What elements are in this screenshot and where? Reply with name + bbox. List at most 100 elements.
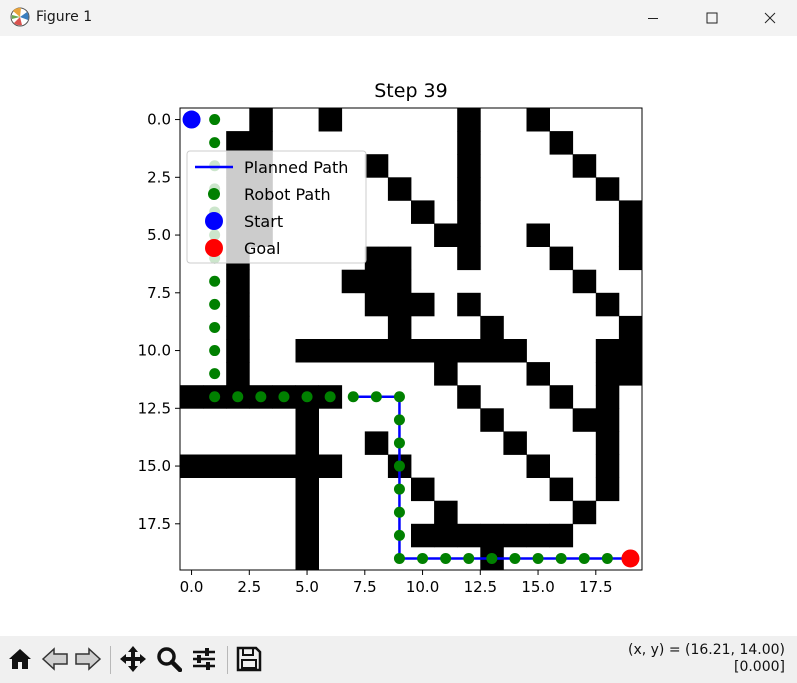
obstacle-cell xyxy=(341,269,366,294)
obstacle-cell xyxy=(457,523,481,548)
obstacle-cell xyxy=(364,154,389,178)
obstacle-cell xyxy=(411,292,435,317)
plot-svg: Step 39 0.0 2.5 5.0 7.5 10.0 12.5 15.0 17.5 0.0 2… xyxy=(138,80,643,596)
obstacle-cell xyxy=(480,408,504,432)
obstacle-cell xyxy=(387,292,412,317)
obstacle-cell xyxy=(318,108,343,132)
obstacle-cell xyxy=(295,477,319,502)
robot-path-point xyxy=(578,552,590,564)
minimize-button[interactable] xyxy=(624,0,682,36)
obstacle-cell xyxy=(387,269,412,294)
forward-button[interactable] xyxy=(73,644,103,674)
obstacle-cell xyxy=(526,108,550,132)
minimize-icon xyxy=(648,18,658,19)
obstacle-cell xyxy=(411,339,435,363)
obstacle-cell xyxy=(364,431,389,455)
obstacle-cell xyxy=(341,339,366,363)
obstacle-cell xyxy=(295,454,319,478)
obstacle-cell xyxy=(526,523,550,548)
cursor-xy-readout: (x, y) = (16.21, 14.00) xyxy=(627,642,785,658)
obstacle-cell xyxy=(203,454,227,478)
obstacle-cell xyxy=(618,339,643,363)
legend-start-label: Start xyxy=(244,212,283,231)
x-tick-label: 5.0 xyxy=(295,578,319,596)
y-tick-label: 10.0 xyxy=(138,342,171,360)
obstacle-cell xyxy=(595,408,620,432)
move-icon xyxy=(120,646,146,672)
save-button[interactable] xyxy=(234,644,264,674)
maximize-button[interactable] xyxy=(683,0,741,36)
obstacle-cell xyxy=(434,500,458,525)
robot-path-point xyxy=(417,552,429,564)
robot-path-point xyxy=(209,391,221,403)
figure-canvas[interactable]: Step 39 0.0 2.5 5.0 7.5 10.0 12.5 15.0 17.5 0.0 2… xyxy=(0,36,797,636)
x-tick-label: 2.5 xyxy=(237,578,261,596)
obstacle-cell xyxy=(318,339,343,363)
obstacle-cell xyxy=(595,292,620,317)
x-tick-label: 7.5 xyxy=(353,578,377,596)
obstacle-cell xyxy=(572,269,597,294)
robot-path-point xyxy=(440,552,452,564)
obstacle-cell xyxy=(595,385,620,409)
close-button[interactable] xyxy=(741,0,797,36)
window-title: Figure 1 xyxy=(36,9,93,25)
goal-marker xyxy=(621,549,640,568)
obstacle-cell xyxy=(457,177,481,201)
robot-path-point xyxy=(347,391,359,403)
obstacle-cell xyxy=(434,362,458,386)
y-tick-label: 17.5 xyxy=(138,515,171,533)
zoom-button[interactable] xyxy=(154,644,184,674)
chart-title: Step 39 xyxy=(374,80,447,102)
x-tick-label: 10.0 xyxy=(406,578,439,596)
sliders-icon xyxy=(193,648,215,670)
pan-button[interactable] xyxy=(118,644,148,674)
obstacle-cell xyxy=(226,315,250,340)
home-button[interactable] xyxy=(5,644,35,674)
obstacle-cell xyxy=(180,454,204,478)
navigation-toolbar: (x, y) = (16.21, 14.00) [0.000] xyxy=(0,636,797,683)
robot-path-point xyxy=(209,345,221,357)
robot-path-point xyxy=(209,275,221,287)
obstacle-cell xyxy=(411,200,435,224)
y-tick-label: 2.5 xyxy=(147,168,171,186)
x-tick-label: 0.0 xyxy=(180,578,204,596)
obstacle-cell xyxy=(411,477,435,502)
obstacle-cell xyxy=(249,454,273,478)
robot-path-point xyxy=(301,391,313,403)
obstacle-cell xyxy=(549,523,574,548)
robot-path-point xyxy=(370,391,382,403)
obstacle-cell xyxy=(226,454,250,478)
obstacle-cell xyxy=(295,523,319,548)
robot-path-point xyxy=(509,552,521,564)
obstacle-cell xyxy=(364,292,389,317)
obstacle-cell xyxy=(295,546,319,571)
y-tick-label: 15.0 xyxy=(138,457,171,475)
obstacle-cell xyxy=(411,523,435,548)
robot-path-point xyxy=(393,529,405,541)
y-tick-label: 7.5 xyxy=(147,284,171,302)
obstacle-cell xyxy=(295,339,319,363)
obstacle-cell xyxy=(387,315,412,340)
legend-robot-path-swatch xyxy=(208,188,220,200)
start-marker xyxy=(182,110,201,129)
obstacle-cell xyxy=(226,292,250,317)
robot-path-point xyxy=(278,391,290,403)
robot-path-point xyxy=(601,552,613,564)
obstacle-cell xyxy=(503,431,527,455)
robot-path-point xyxy=(555,552,567,564)
robot-path-point xyxy=(393,391,405,403)
toolbar-separator xyxy=(110,646,111,674)
obstacle-cell xyxy=(595,431,620,455)
obstacle-cell xyxy=(457,154,481,178)
configure-subplots-button[interactable] xyxy=(189,644,219,674)
legend: Planned Path Robot Path Start Goal xyxy=(186,150,367,264)
obstacle-cell xyxy=(387,246,412,271)
arrow-left-icon xyxy=(41,647,68,671)
back-button[interactable] xyxy=(40,644,70,674)
legend-start-swatch xyxy=(205,212,223,230)
obstacle-cell xyxy=(618,315,643,340)
robot-path-point xyxy=(324,391,336,403)
obstacle-cell xyxy=(457,385,481,409)
robot-path-point xyxy=(393,552,405,564)
legend-planned-path-label: Planned Path xyxy=(244,158,348,177)
